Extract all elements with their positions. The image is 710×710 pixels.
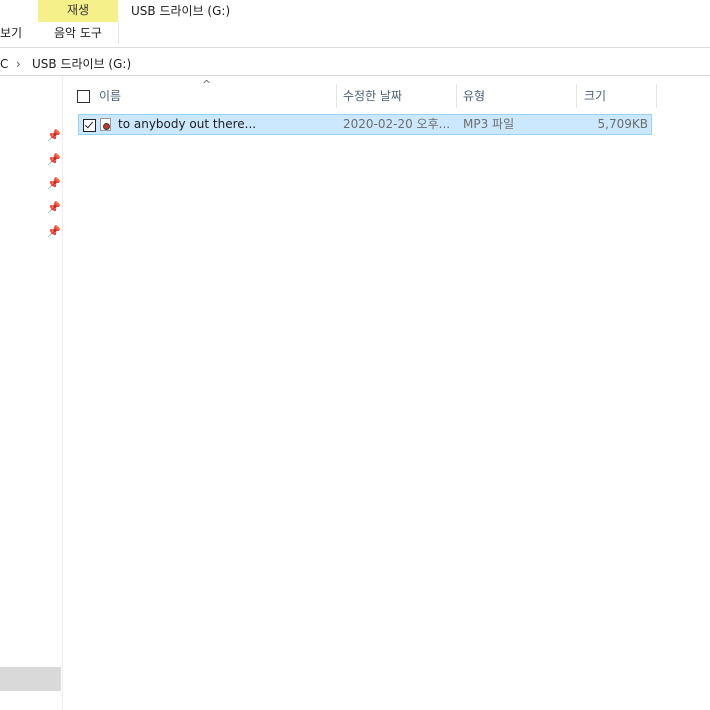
breadcrumb-chevron-icon: › — [16, 57, 21, 71]
pin-icon[interactable]: 📌 — [47, 130, 61, 142]
pin-icon[interactable]: 📌 — [47, 202, 61, 214]
column-header-size[interactable]: 크기 — [584, 84, 606, 108]
breadcrumb-root[interactable]: C — [0, 53, 8, 75]
nav-selected-item[interactable] — [0, 667, 61, 691]
ribbon: 재생 보기 음악 도구 USB 드라이브 (G:) — [0, 0, 710, 44]
address-divider — [0, 75, 710, 76]
column-divider[interactable] — [576, 84, 577, 108]
mp3-file-icon — [100, 118, 111, 131]
navigation-pane[interactable]: 📌 📌 📌 📌 📌 — [0, 76, 63, 710]
file-row[interactable]: to anybody out there... 2020-02-20 오후...… — [78, 114, 652, 135]
breadcrumb-current[interactable]: USB 드라이브 (G:) — [32, 53, 131, 75]
file-name[interactable]: to anybody out there... — [118, 115, 256, 134]
tab-view[interactable]: 보기 — [0, 22, 22, 44]
file-modified: 2020-02-20 오후... — [343, 117, 451, 131]
row-checkbox[interactable] — [83, 119, 96, 132]
column-header-type[interactable]: 유형 — [463, 84, 485, 108]
select-all-checkbox[interactable] — [77, 90, 90, 103]
column-header-modified[interactable]: 수정한 날짜 — [343, 84, 402, 108]
address-bar[interactable]: C › USB 드라이브 (G:) — [0, 53, 710, 75]
file-size: 5,709KB — [597, 117, 648, 131]
window-title: USB 드라이브 (G:) — [131, 4, 231, 18]
ribbon-divider — [0, 47, 710, 48]
column-divider[interactable] — [336, 84, 337, 108]
pin-icon[interactable]: 📌 — [47, 226, 61, 238]
file-type: MP3 파일 — [463, 117, 515, 131]
column-divider[interactable] — [456, 84, 457, 108]
tab-play[interactable]: 재생 — [38, 0, 118, 22]
column-header-name[interactable]: 이름 — [99, 84, 121, 108]
pin-icon[interactable]: 📌 — [47, 178, 61, 190]
column-divider[interactable] — [656, 84, 657, 108]
sort-up-icon: ^ — [202, 78, 212, 91]
music-tools-label: 음악 도구 — [38, 22, 119, 44]
pin-icon[interactable]: 📌 — [47, 154, 61, 166]
